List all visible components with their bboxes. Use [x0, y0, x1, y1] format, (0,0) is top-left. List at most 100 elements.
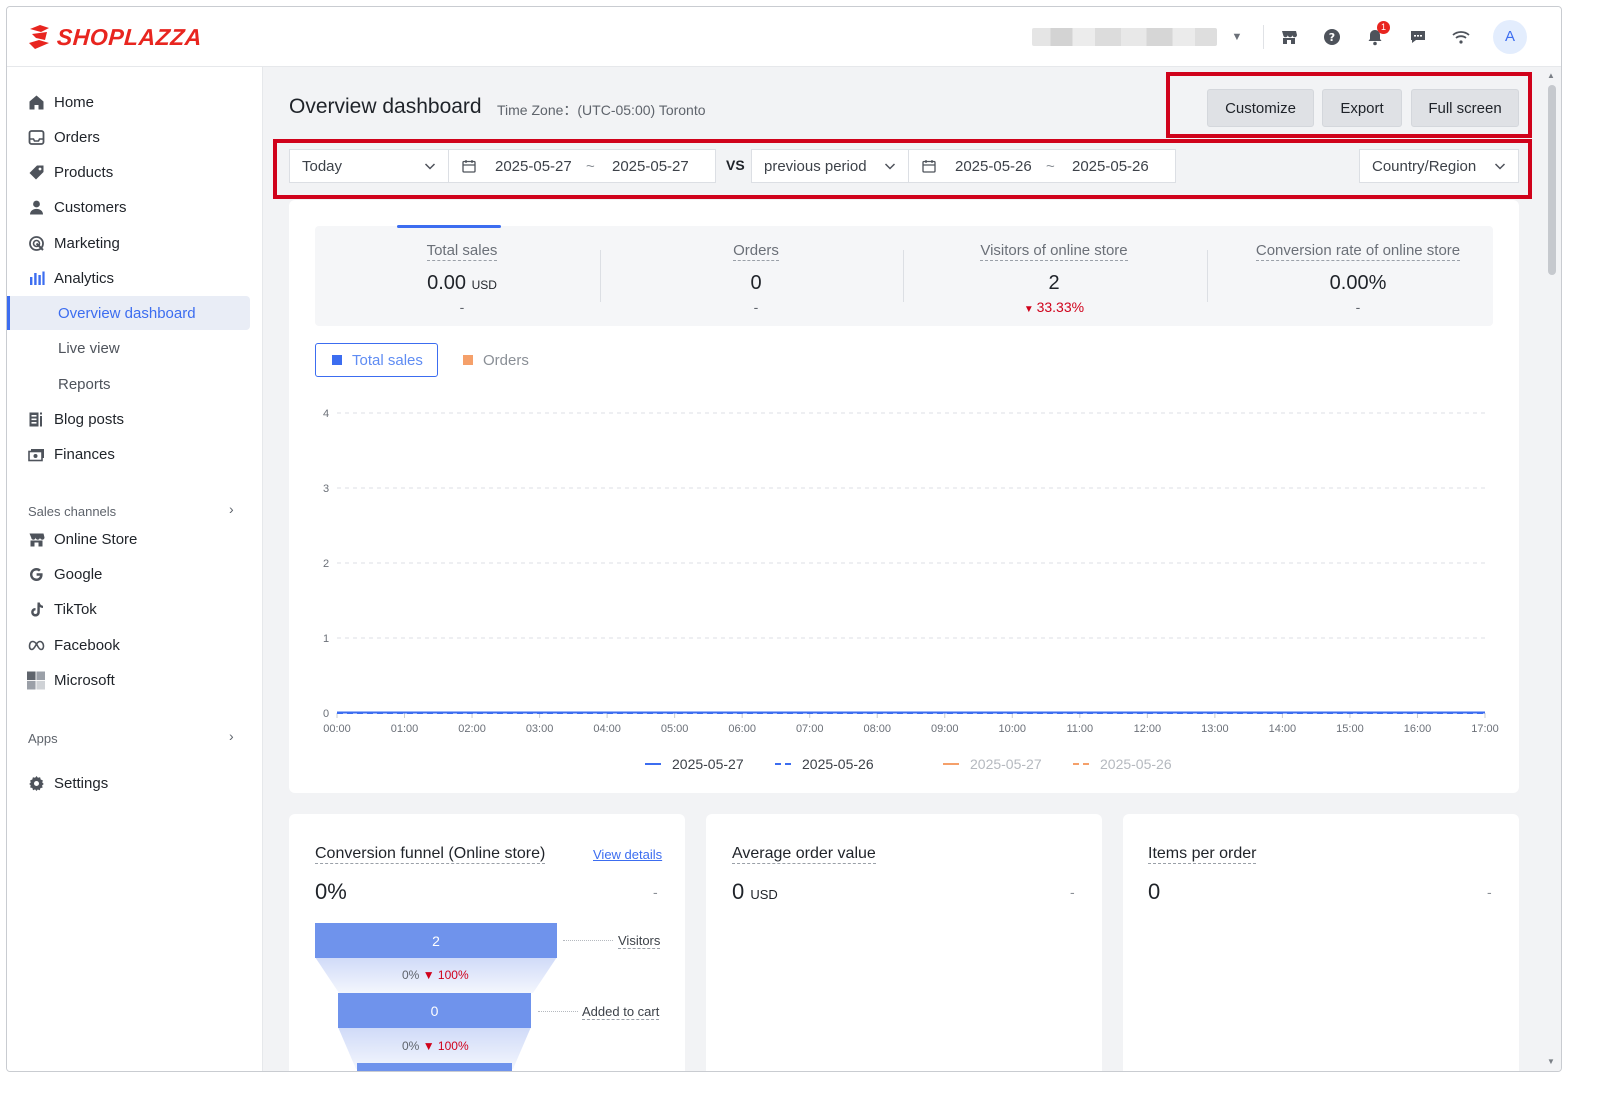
sidebar: Home Orders Products Customers Marketing… [7, 67, 263, 1071]
metric-tab-total-sales[interactable]: Total sales 0.00 USD - [315, 226, 609, 326]
metric-tab-conversion-rate[interactable]: Conversion rate of online store 0.00% - [1211, 226, 1505, 326]
store-icon[interactable] [1277, 25, 1301, 49]
ipo-delta: - [1487, 884, 1492, 900]
scroll-down-icon[interactable]: ▼ [1547, 1057, 1555, 1066]
divider [903, 250, 904, 302]
metric-delta: - [1355, 299, 1361, 315]
metric-delta: 33.33% [1036, 299, 1085, 315]
toggle-orders[interactable]: Orders [463, 343, 529, 377]
chevron-down-icon [424, 163, 436, 170]
store-dropdown-icon[interactable]: ▼ [1229, 29, 1245, 45]
compare-date-range-picker[interactable]: 2025-05-26 ~ 2025-05-26 [908, 149, 1176, 183]
brand-logo[interactable]: SHOPLAZZA [27, 22, 204, 52]
metrics-tabs: Total sales 0.00 USD - Orders 0 - Visito… [315, 226, 1493, 326]
chevron-right-icon[interactable]: › [229, 728, 234, 744]
apps-label[interactable]: Apps [28, 731, 58, 746]
metric-label: Visitors of online store [980, 242, 1128, 261]
sidebar-item-analytics[interactable]: Analytics [7, 261, 263, 295]
view-details-link[interactable]: View details [593, 847, 662, 862]
bell-icon[interactable]: 1 [1363, 21, 1390, 49]
full-screen-button[interactable]: Full screen [1411, 89, 1519, 127]
timezone-label: Time Zone：(UTC-05:00) Toronto [497, 102, 706, 118]
toggle-total-sales[interactable]: Total sales [315, 343, 438, 377]
down-arrow-icon: ▼ [1023, 304, 1037, 315]
metric-value: 0.00% [1329, 272, 1387, 294]
funnel-bar-next [357, 1063, 512, 1071]
date-range-picker[interactable]: 2025-05-27 ~ 2025-05-27 [448, 149, 716, 183]
funnel-bar-visitors[interactable]: 2 [315, 923, 557, 958]
shoplazza-logo-icon [29, 25, 49, 49]
sidebar-item-label: Marketing [54, 234, 120, 252]
meta-icon [27, 636, 45, 654]
sidebar-item-finances[interactable]: Finances [7, 437, 263, 471]
metric-tab-visitors[interactable]: Visitors of online store 2 ▼ 33.33% [907, 226, 1201, 326]
funnel-title: Conversion funnel (Online store) [315, 845, 546, 864]
country-region-value: Country/Region [1372, 157, 1477, 175]
funnel-bar-added-to-cart[interactable]: 0 [338, 993, 531, 1028]
x-tick-label: 16:00 [1404, 723, 1432, 735]
sidebar-item-label: Overview dashboard [58, 304, 196, 322]
scroll-up-icon[interactable]: ▲ [1547, 71, 1555, 80]
sidebar-item-google[interactable]: Google [7, 557, 263, 591]
chat-icon[interactable] [1406, 25, 1430, 49]
sidebar-item-blog-posts[interactable]: Blog posts [7, 402, 263, 436]
user-icon [27, 198, 45, 216]
page-scrollbar[interactable]: ▲ ▼ [1542, 67, 1561, 1071]
divider [600, 250, 601, 302]
x-tick-label: 02:00 [458, 723, 486, 735]
sidebar-item-orders[interactable]: Orders [7, 120, 263, 154]
orders-icon [27, 128, 45, 146]
tag-icon [27, 163, 45, 181]
sidebar-item-label: Google [54, 565, 103, 583]
metric-tab-orders[interactable]: Orders 0 - [609, 226, 903, 326]
sidebar-item-tiktok[interactable]: TikTok [7, 592, 263, 626]
legend-label: 2025-05-27 [672, 756, 744, 772]
sidebar-item-label: Home [54, 93, 95, 111]
sidebar-item-customers[interactable]: Customers [7, 190, 263, 224]
store-selector[interactable] [1032, 28, 1217, 46]
metric-unit: USD [471, 278, 497, 292]
wifi-icon[interactable] [1449, 25, 1473, 49]
date-separator: ~ [1046, 157, 1055, 175]
sidebar-item-marketing[interactable]: Marketing [7, 226, 263, 260]
x-tick-label: 14:00 [1269, 723, 1297, 735]
page-title: Overview dashboard [289, 95, 482, 118]
sidebar-item-overview-dashboard[interactable]: Overview dashboard [7, 296, 263, 330]
legend-swatch [332, 355, 342, 365]
vs-label: VS [726, 157, 745, 173]
sidebar-item-label: Microsoft [54, 671, 115, 689]
sidebar-item-products[interactable]: Products [7, 155, 263, 189]
sales-channels-label[interactable]: Sales channels [28, 504, 116, 519]
sidebar-item-reports[interactable]: Reports [7, 367, 263, 401]
aov-value: 0 [732, 879, 745, 904]
date-range-select[interactable]: Today [289, 149, 449, 183]
sidebar-item-settings[interactable]: Settings [7, 766, 263, 800]
export-button[interactable]: Export [1322, 89, 1402, 127]
metric-label: Total sales [426, 242, 498, 261]
metric-delta: - [753, 299, 759, 315]
x-tick-label: 07:00 [796, 723, 824, 735]
microsoft-icon [27, 671, 45, 689]
country-region-select[interactable]: Country/Region [1359, 149, 1519, 183]
funnel-conversion: 0% ▼ 100% [402, 1039, 469, 1053]
compare-period-select[interactable]: previous period [751, 149, 909, 183]
scroll-thumb[interactable] [1548, 85, 1556, 275]
x-tick-label: 13:00 [1201, 723, 1229, 735]
blog-icon [27, 410, 45, 428]
brand-name: SHOPLAZZA [56, 23, 204, 50]
sidebar-item-live-view[interactable]: Live view [7, 331, 263, 365]
sidebar-item-label: Customers [54, 198, 127, 216]
chevron-right-icon[interactable]: › [229, 501, 234, 517]
sidebar-item-facebook[interactable]: Facebook [7, 628, 263, 662]
customize-button[interactable]: Customize [1207, 89, 1314, 127]
down-arrow-icon: ▼ [422, 1039, 435, 1053]
x-tick-label: 05:00 [661, 723, 689, 735]
user-avatar[interactable]: A [1493, 20, 1527, 54]
sidebar-item-online-store[interactable]: Online Store [7, 522, 263, 556]
help-icon[interactable]: ? [1320, 25, 1344, 49]
x-tick-label: 00:00 [323, 723, 351, 735]
x-tick-label: 10:00 [999, 723, 1027, 735]
sidebar-item-home[interactable]: Home [7, 85, 263, 119]
sidebar-item-microsoft[interactable]: Microsoft [7, 663, 263, 697]
compare-start-date: 2025-05-26 [955, 157, 1032, 175]
